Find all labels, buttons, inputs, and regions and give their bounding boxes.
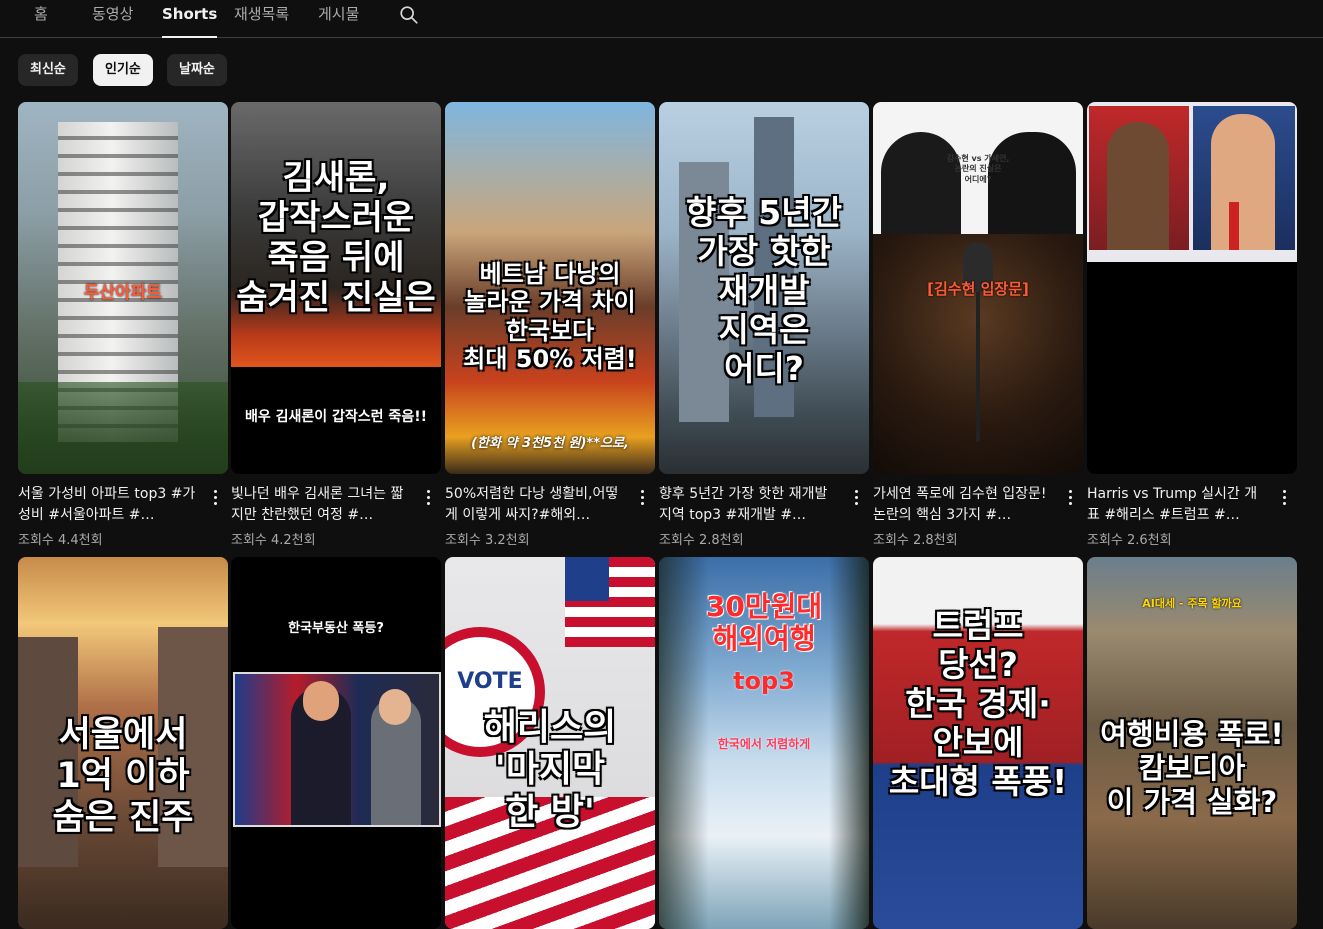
view-count: 조회수 2.8천회 xyxy=(873,533,958,548)
overlay-small-text: AI대세 - 주목 할까요 xyxy=(1142,597,1242,610)
overlay-text: 한국부동산 폭등? xyxy=(288,621,384,636)
short-thumbnail[interactable]: 김새론, 갑작스러운 죽음 뒤에 숨겨진 진실은 배우 김새론이 갑작스런 죽음… xyxy=(231,102,441,474)
overlay-text: 김새론, 갑작스러운 죽음 뒤에 숨겨진 진실은 xyxy=(236,158,436,319)
short-thumbnail[interactable]: 베트남 다낭의 놀라운 가격 차이 한국보다 최대 50% 저렴! (한화 약 … xyxy=(445,102,655,474)
tab-shorts[interactable]: Shorts xyxy=(162,0,218,38)
overlay-text: 트럼프 당선? 한국 경제· 안보에 초대형 폭풍! xyxy=(888,606,1068,801)
short-card: AI대세 - 주목 할까요 여행비용 폭로! 캄보디아 이 가격 실화? xyxy=(1087,557,1297,929)
short-thumbnail[interactable]: 향후 5년간 가장 핫한 재개발 지역은 어디? xyxy=(659,102,869,474)
overlay-text: 향후 5년간 가장 핫한 재개발 지역은 어디? xyxy=(686,193,842,388)
short-thumbnail[interactable]: AI대세 - 주목 할까요 여행비용 폭로! 캄보디아 이 가격 실화? xyxy=(1087,557,1297,929)
video-title[interactable]: 50%저렴한 다낭 생활비,어떻게 이렇게 싸지?#해외… xyxy=(445,484,625,526)
more-options-button[interactable] xyxy=(212,490,218,508)
more-options-button[interactable] xyxy=(1281,490,1287,508)
tab-posts[interactable]: 게시물 xyxy=(318,0,359,37)
overlay-caption: (한화 약 3천5천 원)**으로, xyxy=(471,436,629,451)
overlay-small-text: 김수현 vs 가세연, 논란의 진실은 어디에? xyxy=(946,154,1010,184)
short-card: VOTE 해리스의 '마지막 한 방' xyxy=(445,557,655,929)
view-count: 조회수 4.2천회 xyxy=(231,533,316,548)
more-options-button[interactable] xyxy=(853,490,859,508)
view-count: 조회수 3.2천회 xyxy=(445,533,530,548)
tab-home[interactable]: 홈 xyxy=(34,0,48,37)
short-thumbnail[interactable]: VOTE 해리스의 '마지막 한 방' xyxy=(445,557,655,929)
view-count: 조회수 2.8천회 xyxy=(659,533,744,548)
overlay-caption: 한국에서 저렴하게 xyxy=(717,737,811,751)
short-card: 서울에서 1억 이하 숨은 진주 xyxy=(18,557,228,929)
more-options-button[interactable] xyxy=(425,490,431,508)
short-card: 한국부동산 폭등? xyxy=(231,557,441,929)
overlay-text: [김수현 입장문] xyxy=(927,280,1029,298)
chip-popular[interactable]: 인기순 xyxy=(93,54,153,86)
vote-badge: VOTE xyxy=(457,669,523,694)
short-card: 30만원대 해외여행 top3 한국에서 저렴하게 xyxy=(659,557,869,929)
search-icon[interactable] xyxy=(398,4,420,26)
short-card: Harris vs Trump 실시간 개표 #해리스 #트럼프 #… 조회수 … xyxy=(1087,102,1297,554)
tab-playlists[interactable]: 재생목록 xyxy=(234,0,289,37)
chip-latest[interactable]: 최신순 xyxy=(18,54,78,86)
more-options-button[interactable] xyxy=(639,490,645,508)
short-thumbnail[interactable]: 서울에서 1억 이하 숨은 진주 xyxy=(18,557,228,929)
short-card: 베트남 다낭의 놀라운 가격 차이 한국보다 최대 50% 저렴! (한화 약 … xyxy=(445,102,655,554)
short-thumbnail[interactable]: 두산아파트 xyxy=(18,102,228,474)
channel-tabs: 홈 동영상 Shorts 재생목록 게시물 xyxy=(0,0,1323,38)
video-title[interactable]: 향후 5년간 가장 핫한 재개발지역 top3 #재개발 #… xyxy=(659,484,839,526)
short-thumbnail[interactable]: 트럼프 당선? 한국 경제· 안보에 초대형 폭풍! xyxy=(873,557,1083,929)
short-card: 김새론, 갑작스러운 죽음 뒤에 숨겨진 진실은 배우 김새론이 갑작스런 죽음… xyxy=(231,102,441,554)
tab-videos[interactable]: 동영상 xyxy=(92,0,133,37)
overlay-text: 서울에서 1억 이하 숨은 진주 xyxy=(52,715,194,838)
short-thumbnail[interactable]: 30만원대 해외여행 top3 한국에서 저렴하게 xyxy=(659,557,869,929)
video-title[interactable]: 서울 가성비 아파트 top3 #가성비 #서울아파트 #… xyxy=(18,484,198,526)
overlay-text: 여행비용 폭로! 캄보디아 이 가격 실화? xyxy=(1100,717,1284,820)
short-card: 두산아파트 서울 가성비 아파트 top3 #가성비 #서울아파트 #… 조회수… xyxy=(18,102,228,554)
overlay-text: 베트남 다낭의 놀라운 가격 차이 한국보다 최대 50% 저렴! xyxy=(463,260,637,373)
short-thumbnail[interactable]: 한국부동산 폭등? xyxy=(231,557,441,929)
view-count: 조회수 2.6천회 xyxy=(1087,533,1172,548)
video-title[interactable]: 가세연 폭로에 김수현 입장문! 논란의 핵심 3가지 #… xyxy=(873,484,1053,526)
view-count: 조회수 4.4천회 xyxy=(18,533,103,548)
more-options-button[interactable] xyxy=(1067,490,1073,508)
chip-oldest[interactable]: 날짜순 xyxy=(167,54,227,86)
short-card: 향후 5년간 가장 핫한 재개발 지역은 어디? 향후 5년간 가장 핫한 재개… xyxy=(659,102,869,554)
short-card: 트럼프 당선? 한국 경제· 안보에 초대형 폭풍! xyxy=(873,557,1083,929)
overlay-subtext: top3 xyxy=(733,667,795,695)
overlay-text: 두산아파트 xyxy=(83,283,163,303)
overlay-text: 해리스의 '마지막 한 방' xyxy=(483,707,617,833)
short-thumbnail[interactable] xyxy=(1087,102,1297,474)
video-title[interactable]: 빛나던 배우 김새론 그녀는 짧지만 찬란했던 여정 #… xyxy=(231,484,411,526)
overlay-caption: 배우 김새론이 갑작스런 죽음!! xyxy=(245,409,427,425)
overlay-text: 30만원대 해외여행 xyxy=(705,590,823,656)
short-card: 김수현 vs 가세연, 논란의 진실은 어디에? [김수현 입장문] 가세연 폭… xyxy=(873,102,1083,554)
video-title[interactable]: Harris vs Trump 실시간 개표 #해리스 #트럼프 #… xyxy=(1087,484,1267,526)
short-thumbnail[interactable]: 김수현 vs 가세연, 논란의 진실은 어디에? [김수현 입장문] xyxy=(873,102,1083,474)
